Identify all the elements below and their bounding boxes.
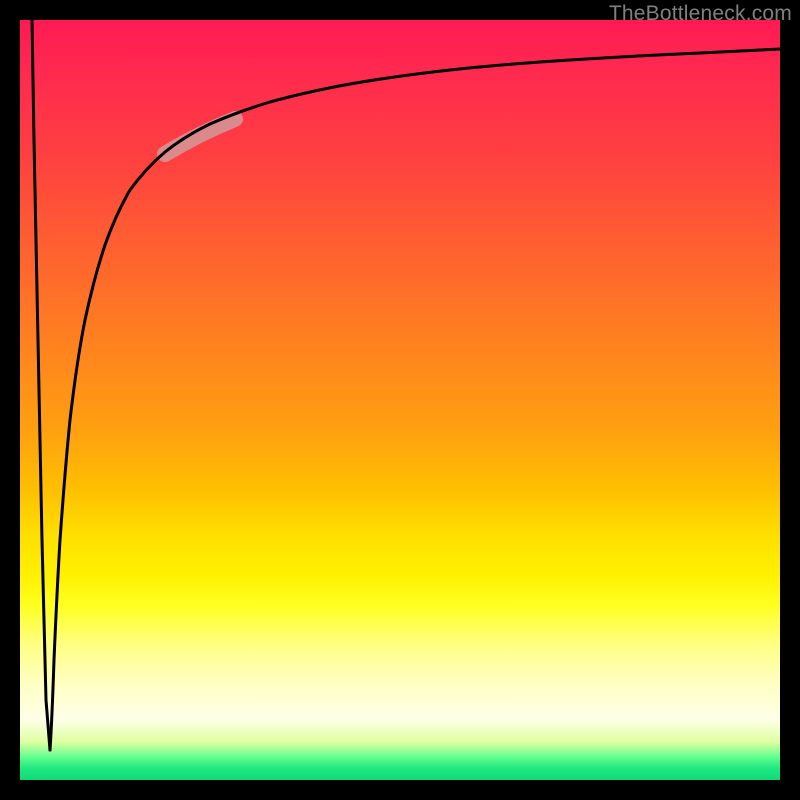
- highlight-segment: [165, 119, 235, 154]
- bottleneck-chart: TheBottleneck.com: [0, 0, 800, 800]
- curve-up: [50, 49, 780, 750]
- plot-area: [20, 20, 780, 780]
- curve-down: [32, 20, 50, 750]
- curve-layer: [20, 20, 780, 780]
- attribution-text: TheBottleneck.com: [609, 2, 792, 26]
